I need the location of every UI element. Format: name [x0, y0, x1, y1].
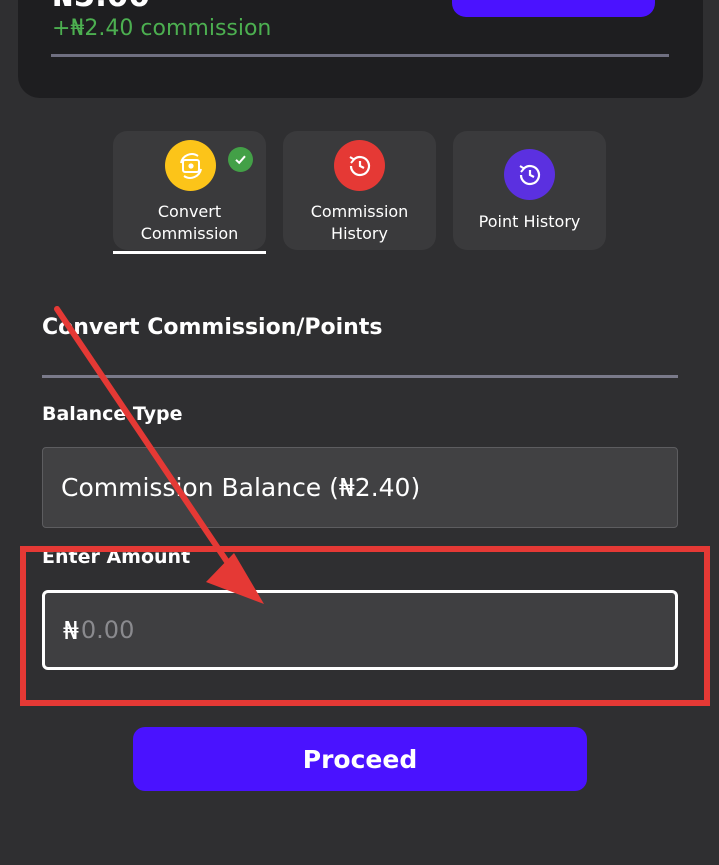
section-title: Convert Commission/Points	[42, 315, 383, 340]
section-divider	[42, 375, 678, 378]
balance-type-value: Commission Balance (₦2.40)	[61, 473, 421, 502]
history-icon	[334, 140, 385, 191]
tab-label: Point History	[478, 212, 581, 231]
tab-label: Convert Commission	[140, 202, 239, 243]
wallet-action-button[interactable]	[452, 0, 655, 17]
check-icon	[228, 147, 253, 172]
tab-label: Commission History	[310, 202, 409, 243]
proceed-button[interactable]: Proceed	[133, 727, 587, 791]
amount-field[interactable]: ₦	[42, 590, 678, 670]
amount-input[interactable]	[80, 616, 601, 644]
commission-earned: +₦2.40 commission	[52, 16, 272, 41]
amount-label: Enter Amount	[42, 546, 191, 568]
wallet-balance: ₦5.00	[52, 0, 150, 14]
card-divider	[51, 54, 669, 57]
convert-icon	[165, 140, 216, 191]
history-icon	[504, 149, 555, 200]
tab-convert-commission[interactable]: Convert Commission	[113, 131, 266, 254]
currency-prefix: ₦	[63, 615, 79, 645]
active-tab-indicator	[113, 251, 266, 254]
balance-type-label: Balance Type	[42, 403, 183, 425]
balance-type-select[interactable]: Commission Balance (₦2.40)	[42, 447, 678, 528]
tab-commission-history[interactable]: Commission History	[283, 131, 436, 250]
tab-point-history[interactable]: Point History	[453, 131, 606, 250]
